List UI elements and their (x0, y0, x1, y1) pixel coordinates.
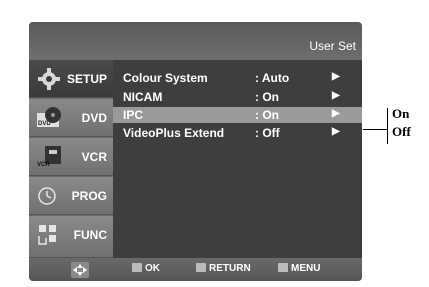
menu-hint: MENU (278, 263, 320, 274)
menu-row-label: VideoPlus Extend (123, 126, 225, 140)
callout-connector (363, 129, 387, 130)
callout-option-on: On (392, 106, 410, 121)
svg-text:VCR: VCR (37, 162, 50, 168)
menu-label: MENU (291, 263, 321, 274)
callout-bracket (387, 108, 388, 144)
tab-label: PROG (71, 189, 107, 203)
tab-dvd[interactable]: DVD DVD (29, 99, 113, 137)
function-icon (38, 225, 56, 245)
right-arrow-icon: ▶ (332, 126, 340, 137)
title-bar: User Set (29, 22, 362, 60)
tab-label: SETUP (66, 72, 107, 86)
tab-func[interactable]: FUNC (29, 216, 113, 258)
menu-row-videoplus-extend[interactable]: VideoPlus Extend : Off ▶ (113, 125, 362, 141)
sidebar: SETUP DVD DVD VCR VCR PROG FUNC (29, 60, 113, 258)
menu-icon (278, 263, 288, 272)
vcr-icon: VCR (37, 146, 61, 168)
dvd-icon: DVD (37, 107, 61, 127)
menu-list: Colour System : Auto ▶ NICAM : On ▶ IPC … (113, 60, 362, 258)
enter-icon (132, 263, 142, 272)
callout-option-off: Off (392, 124, 411, 139)
tab-label: VCR (81, 150, 107, 164)
menu-row-colour-system[interactable]: Colour System : Auto ▶ (113, 70, 362, 86)
right-arrow-icon: ▶ (332, 108, 340, 119)
right-arrow-icon: ▶ (332, 71, 340, 82)
clock-icon (38, 187, 56, 205)
navigation-pad-icon (71, 262, 89, 278)
menu-row-value: : Auto (255, 71, 290, 85)
menu-row-value: : Off (255, 126, 280, 140)
tab-vcr[interactable]: VCR VCR (29, 138, 113, 176)
tab-prog[interactable]: PROG (29, 177, 113, 215)
tab-label: DVD (81, 111, 107, 125)
menu-row-value: : On (255, 90, 279, 104)
page-title: User Set (309, 39, 356, 53)
osd-screen: User Set SETUP DVD DVD VCR VCR PROG FUNC… (29, 22, 362, 281)
return-hint: RETURN (196, 263, 251, 274)
tab-setup[interactable]: SETUP (29, 60, 113, 98)
right-arrow-icon: ▶ (332, 90, 340, 101)
return-icon (196, 263, 206, 272)
return-label: RETURN (209, 263, 251, 274)
gear-icon (38, 68, 60, 90)
menu-row-label: IPC (123, 108, 144, 122)
svg-text:DVD: DVD (38, 121, 51, 127)
menu-row-label: NICAM (123, 90, 163, 104)
menu-row-label: Colour System (123, 71, 208, 85)
menu-row-ipc[interactable]: IPC : On ▶ (113, 107, 362, 123)
ok-label: OK (145, 263, 160, 274)
tab-label: FUNC (73, 228, 107, 242)
menu-row-nicam[interactable]: NICAM : On ▶ (113, 89, 362, 105)
menu-row-value: : On (255, 108, 279, 122)
footer-bar: OK RETURN MENU (29, 258, 362, 281)
ok-hint: OK (132, 263, 160, 274)
